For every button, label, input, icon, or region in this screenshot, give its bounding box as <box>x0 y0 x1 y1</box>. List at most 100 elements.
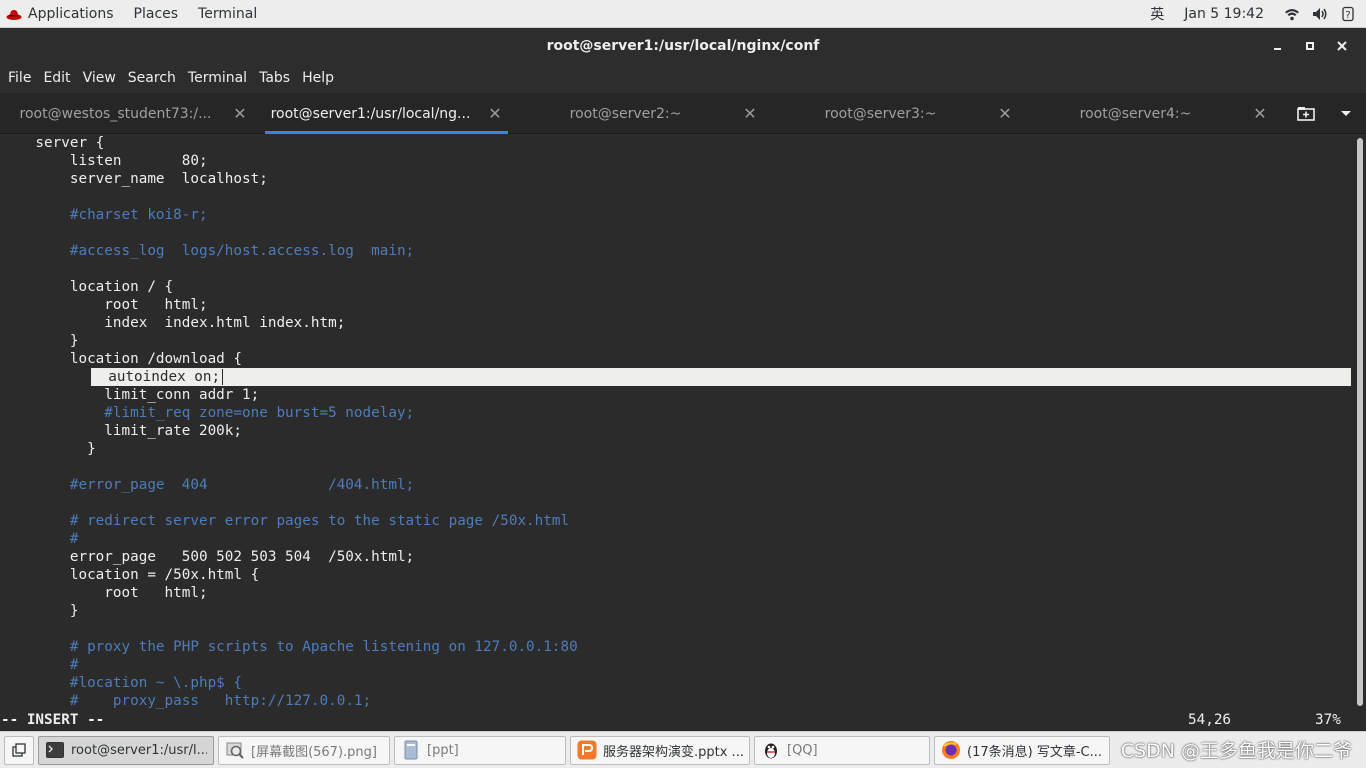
volume-icon[interactable] <box>1312 6 1328 22</box>
task-terminal[interactable]: root@server1:/usr/l... <box>38 735 214 765</box>
terminal-tabs: root@westos_student73:/... ✕ root@server… <box>0 93 1366 134</box>
task-label: root@server1:/usr/l... <box>71 742 207 758</box>
new-tab-icon <box>1297 106 1315 121</box>
code-line: # proxy the PHP scripts to Apache listen… <box>0 638 1354 656</box>
firefox-icon <box>942 741 960 759</box>
line-text: #access_log logs/host.access.log main; <box>1 243 415 259</box>
close-icon <box>1337 41 1347 51</box>
terminal-app-menu[interactable]: Terminal <box>188 0 267 28</box>
code-line: #error_page 404 /404.html; <box>0 476 1354 494</box>
line-text: location / { <box>1 279 174 295</box>
tab-close-icon[interactable]: ✕ <box>1245 104 1275 123</box>
tab-server3[interactable]: root@server3:~ ✕ <box>765 93 1020 134</box>
terminal-output[interactable]: server { listen 80; server_name localhos… <box>0 134 1354 711</box>
applications-menu[interactable]: Applications <box>0 0 124 28</box>
tab-label: root@westos_student73:/... <box>19 105 212 122</box>
tab-westos-student73[interactable]: root@westos_student73:/... ✕ <box>0 93 255 134</box>
window-list-taskbar: root@server1:/usr/l... [屏幕截图(567).png] [… <box>0 731 1366 768</box>
code-line: location /download { <box>0 350 1354 368</box>
presentation-icon <box>577 740 597 760</box>
menu-file[interactable]: File <box>2 64 37 93</box>
task-image-viewer[interactable]: [屏幕截图(567).png] <box>218 735 390 765</box>
code-line: # redirect server error pages to the sta… <box>0 512 1354 530</box>
tab-close-icon[interactable]: ✕ <box>735 104 765 123</box>
code-line: listen 80; <box>0 152 1354 170</box>
task-label: [QQ] <box>787 742 818 758</box>
show-desktop-button[interactable] <box>4 735 34 765</box>
terminal-scrollbar[interactable] <box>1354 134 1366 711</box>
line-text: limit_rate 200k; <box>1 423 243 439</box>
scrollbar-thumb[interactable] <box>1357 138 1363 706</box>
line-text: # proxy_pass http://127.0.0.1; <box>1 693 372 709</box>
line-text: # proxy the PHP scripts to Apache listen… <box>1 639 578 655</box>
task-file-manager[interactable]: [ppt] <box>394 735 566 765</box>
terminal-menubar: File Edit View Search Terminal Tabs Help <box>0 64 1366 93</box>
file-manager-icon <box>404 740 418 760</box>
line-text: error_page 500 502 503 504 /50x.html; <box>1 549 415 565</box>
code-line: index index.html index.htm; <box>0 314 1354 332</box>
line-text: server { <box>1 135 105 151</box>
code-line: server { <box>0 134 1354 152</box>
applications-label: Applications <box>28 5 114 22</box>
menu-view[interactable]: View <box>77 64 122 93</box>
menu-edit[interactable]: Edit <box>37 64 76 93</box>
maximize-button[interactable] <box>1294 28 1326 64</box>
code-line: #charset koi8-r; <box>0 206 1354 224</box>
line-text: #charset koi8-r; <box>1 207 208 223</box>
new-tab-button[interactable] <box>1286 93 1326 134</box>
tab-close-icon[interactable]: ✕ <box>225 104 255 123</box>
line-text: root html; <box>1 585 208 601</box>
menu-tabs[interactable]: Tabs <box>253 64 296 93</box>
terminal-icon <box>46 742 64 758</box>
tabs-dropdown-button[interactable] <box>1326 93 1366 134</box>
vim-mode: -- INSERT -- <box>1 712 105 728</box>
clock[interactable]: Jan 5 19:42 <box>1170 6 1278 22</box>
line-text: listen 80; <box>1 153 208 169</box>
line-text: autoindex on; <box>91 369 221 385</box>
tab-server4[interactable]: root@server4:~ ✕ <box>1020 93 1275 134</box>
svg-text:?: ? <box>1345 10 1350 21</box>
task-label: (17条消息) 写文章-C... <box>967 744 1102 760</box>
redhat-logo-icon <box>6 9 22 20</box>
code-line: # proxy_pass http://127.0.0.1; <box>0 692 1354 710</box>
task-label: [ppt] <box>427 742 459 758</box>
cursor-line: autoindex on; <box>91 368 1351 386</box>
scroll-percent: 37% <box>1315 712 1341 728</box>
power-icon[interactable]: ? <box>1340 6 1356 22</box>
menu-search[interactable]: Search <box>122 64 182 93</box>
minimize-icon <box>1274 48 1281 50</box>
line-text: #limit_req zone=one burst=5 nodelay; <box>1 405 415 421</box>
wifi-icon[interactable] <box>1284 6 1300 22</box>
code-line: } <box>0 602 1354 620</box>
tab-close-icon[interactable]: ✕ <box>990 104 1020 123</box>
window-titlebar[interactable]: root@server1:/usr/local/nginx/conf <box>0 28 1366 64</box>
minimize-button[interactable] <box>1262 28 1294 64</box>
task-qq[interactable]: [QQ] <box>754 735 930 765</box>
line-text: limit_conn addr 1; <box>1 387 260 403</box>
task-presentation[interactable]: 服务器架构演变.pptx ... <box>570 735 750 765</box>
tab-server2[interactable]: root@server2:~ ✕ <box>510 93 765 134</box>
task-firefox[interactable]: (17条消息) 写文章-C... <box>934 735 1110 765</box>
chevron-down-icon <box>1341 110 1351 116</box>
close-window-button[interactable] <box>1326 28 1358 64</box>
input-method-indicator[interactable]: 英 <box>1144 4 1170 24</box>
line-text: } <box>1 441 96 457</box>
code-line: } <box>0 332 1354 350</box>
line-text: index index.html index.htm; <box>1 315 346 331</box>
tab-close-icon[interactable]: ✕ <box>480 104 510 123</box>
vim-status-line: -- INSERT -- 54,26 37% <box>0 711 1354 729</box>
menu-help[interactable]: Help <box>296 64 340 93</box>
code-line: limit_rate 200k; <box>0 422 1354 440</box>
menu-terminal[interactable]: Terminal <box>182 64 253 93</box>
window-title: root@server1:/usr/local/nginx/conf <box>546 38 820 54</box>
places-menu[interactable]: Places <box>124 0 189 28</box>
tab-server1[interactable]: root@server1:/usr/local/ng... ✕ <box>255 93 510 134</box>
line-text: } <box>1 333 79 349</box>
task-label: [屏幕截图(567).png] <box>251 744 377 760</box>
tab-label: root@server4:~ <box>1079 105 1192 122</box>
code-line: #limit_req zone=one burst=5 nodelay; <box>0 404 1354 422</box>
